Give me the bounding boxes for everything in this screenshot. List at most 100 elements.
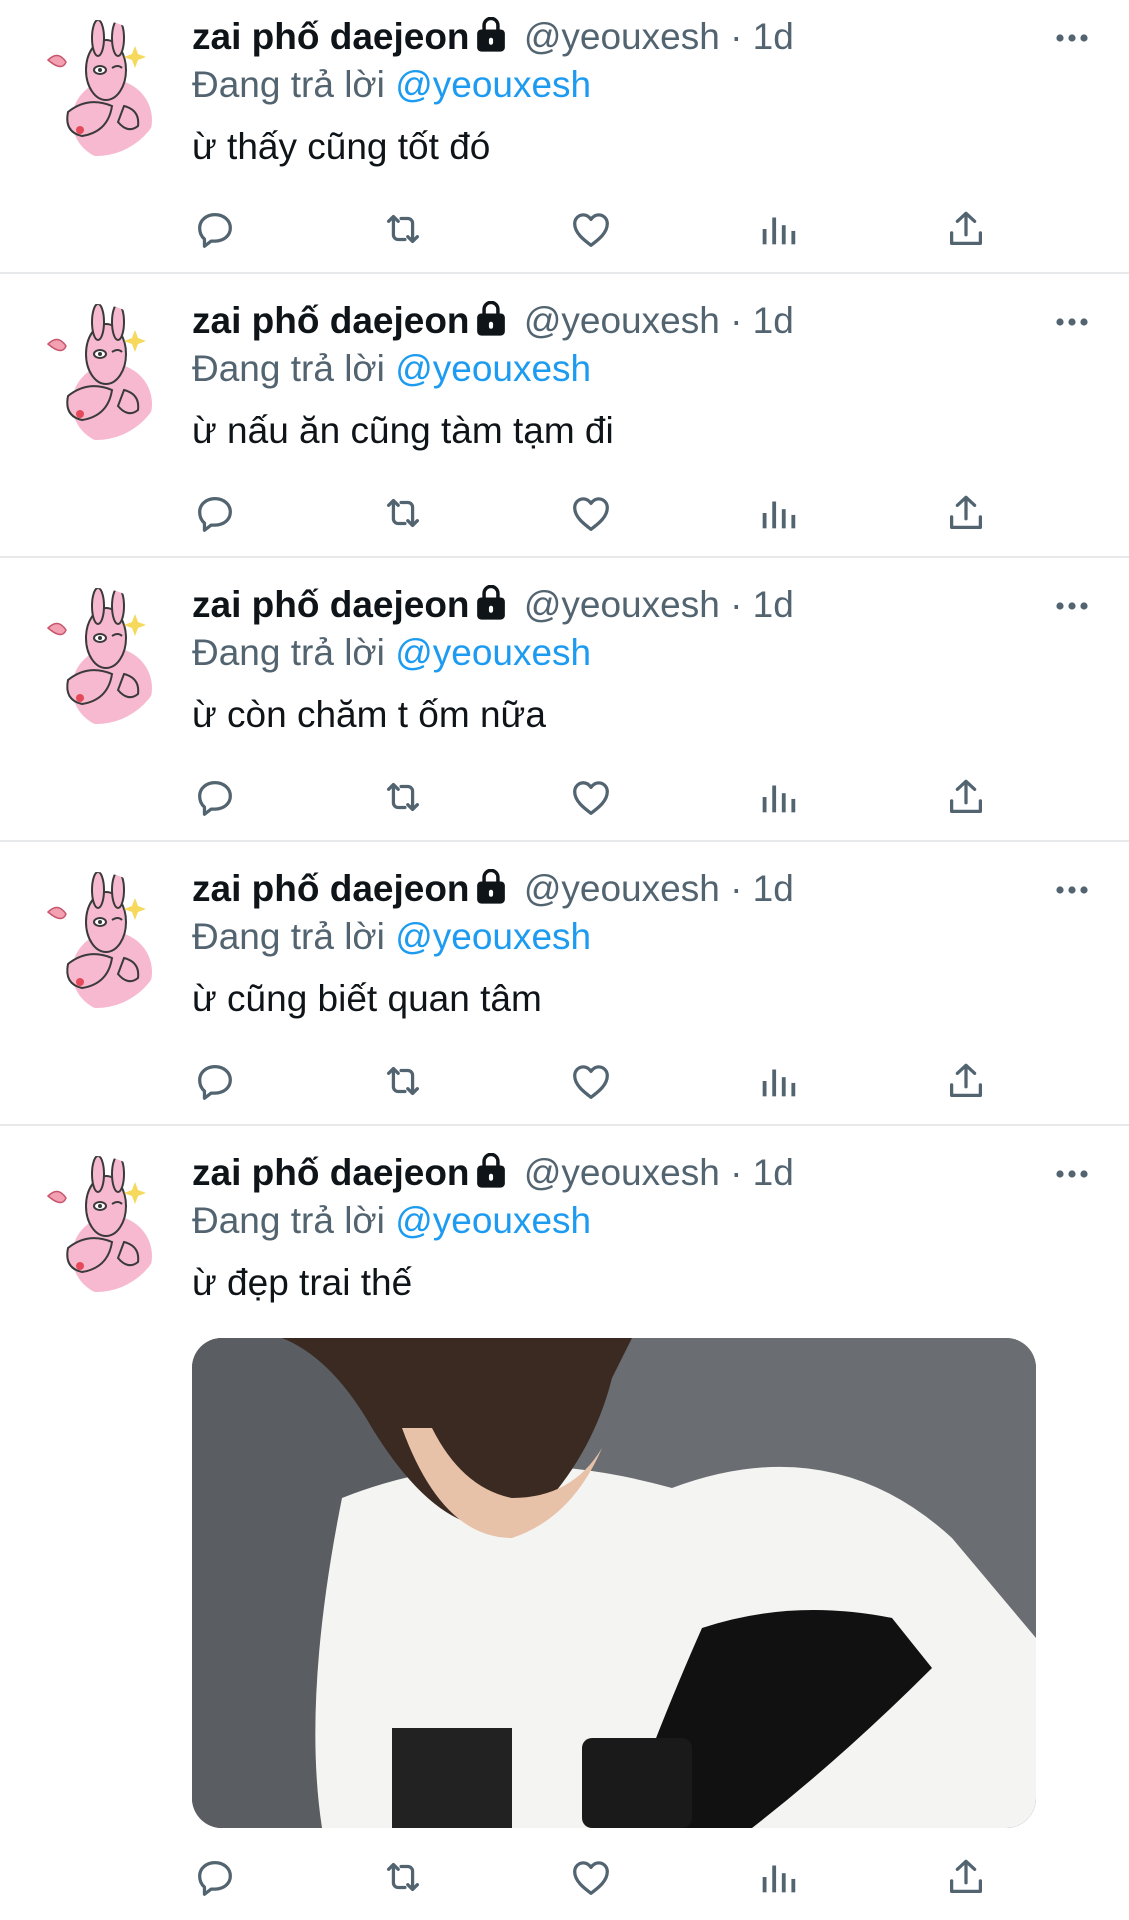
- display-name[interactable]: zai phố daejeon: [192, 16, 470, 57]
- display-name[interactable]: zai phố daejeon: [192, 1152, 470, 1193]
- like-icon[interactable]: [568, 774, 614, 820]
- reply-prefix: Đang trả lời: [192, 916, 385, 957]
- tweet-actions: [0, 206, 1129, 256]
- tweet[interactable]: zai phố daejeon @yeouxesh · 1d Đang trả …: [0, 0, 1129, 272]
- avatar[interactable]: [28, 1156, 164, 1292]
- reply-mention-link[interactable]: @yeouxesh: [395, 348, 591, 389]
- reply-icon[interactable]: [192, 1854, 238, 1900]
- reply-icon[interactable]: [192, 206, 238, 252]
- timestamp[interactable]: 1d: [753, 16, 794, 57]
- reply-prefix: Đang trả lời: [192, 632, 385, 673]
- analytics-icon[interactable]: [755, 206, 801, 252]
- more-options-icon[interactable]: [1052, 312, 1092, 332]
- retweet-icon[interactable]: [380, 774, 426, 820]
- more-options-icon[interactable]: [1052, 28, 1092, 48]
- pink-bunny-avatar-icon: [46, 1156, 152, 1292]
- timestamp[interactable]: 1d: [753, 300, 794, 341]
- avatar[interactable]: [28, 872, 164, 1008]
- lock-icon: [474, 868, 508, 905]
- tweet-divider: [0, 556, 1129, 558]
- avatar[interactable]: [28, 588, 164, 724]
- share-icon[interactable]: [943, 1058, 989, 1104]
- reply-mention-link[interactable]: @yeouxesh: [395, 1200, 591, 1241]
- avatar[interactable]: [28, 20, 164, 156]
- retweet-icon[interactable]: [380, 206, 426, 252]
- share-icon[interactable]: [943, 1854, 989, 1900]
- like-icon[interactable]: [568, 1854, 614, 1900]
- reply-mention-link[interactable]: @yeouxesh: [395, 632, 591, 673]
- pink-bunny-avatar-icon: [46, 872, 152, 1008]
- separator-dot: ·: [730, 1152, 743, 1193]
- avatar[interactable]: [28, 304, 164, 440]
- more-options-icon[interactable]: [1052, 596, 1092, 616]
- tweet[interactable]: zai phố daejeon @yeouxesh · 1d Đang trả …: [0, 568, 1129, 840]
- like-icon[interactable]: [568, 490, 614, 536]
- retweet-icon[interactable]: [380, 1058, 426, 1104]
- reply-icon[interactable]: [192, 774, 238, 820]
- photo-person-white-tshirt: [192, 1338, 1036, 1828]
- share-icon[interactable]: [943, 490, 989, 536]
- tweet-actions: [0, 1058, 1129, 1108]
- more-options-icon[interactable]: [1052, 1164, 1092, 1184]
- timestamp[interactable]: 1d: [753, 584, 794, 625]
- share-icon[interactable]: [943, 774, 989, 820]
- separator-dot: ·: [730, 300, 743, 341]
- reply-prefix: Đang trả lời: [192, 1200, 385, 1241]
- reply-mention-link[interactable]: @yeouxesh: [395, 916, 591, 957]
- pink-bunny-avatar-icon: [46, 304, 152, 440]
- tweet-divider: [0, 1124, 1129, 1126]
- tweet-divider: [0, 840, 1129, 842]
- retweet-icon[interactable]: [380, 490, 426, 536]
- pink-bunny-avatar-icon: [46, 20, 152, 156]
- username-handle[interactable]: @yeouxesh: [524, 868, 720, 909]
- reply-context: Đang trả lời @yeouxesh: [192, 346, 591, 392]
- tweet-text: ừ còn chăm t ốm nữa: [192, 694, 546, 735]
- tweet-header: zai phố daejeon @yeouxesh · 1d: [192, 1150, 794, 1196]
- lock-icon: [474, 584, 508, 621]
- tweet[interactable]: zai phố daejeon @yeouxesh · 1d Đang trả …: [0, 1136, 1129, 1920]
- retweet-icon[interactable]: [380, 1854, 426, 1900]
- lock-icon: [474, 300, 508, 337]
- reply-context: Đang trả lời @yeouxesh: [192, 1198, 591, 1244]
- tweet[interactable]: zai phố daejeon @yeouxesh · 1d Đang trả …: [0, 284, 1129, 556]
- tweet-actions: [0, 1854, 1129, 1904]
- tweet-text: ừ nấu ăn cũng tàm tạm đi: [192, 410, 614, 451]
- reply-context: Đang trả lời @yeouxesh: [192, 914, 591, 960]
- reply-context: Đang trả lời @yeouxesh: [192, 630, 591, 676]
- username-handle[interactable]: @yeouxesh: [524, 1152, 720, 1193]
- tweet-header: zai phố daejeon @yeouxesh · 1d: [192, 14, 794, 60]
- tweet-text: ừ đẹp trai thế: [192, 1262, 413, 1303]
- more-options-icon[interactable]: [1052, 880, 1092, 900]
- analytics-icon[interactable]: [755, 1854, 801, 1900]
- reply-icon[interactable]: [192, 490, 238, 536]
- username-handle[interactable]: @yeouxesh: [524, 16, 720, 57]
- reply-icon[interactable]: [192, 1058, 238, 1104]
- tweet-header: zai phố daejeon @yeouxesh · 1d: [192, 866, 794, 912]
- reply-prefix: Đang trả lời: [192, 348, 385, 389]
- analytics-icon[interactable]: [755, 774, 801, 820]
- reply-context: Đang trả lời @yeouxesh: [192, 62, 591, 108]
- username-handle[interactable]: @yeouxesh: [524, 300, 720, 341]
- display-name[interactable]: zai phố daejeon: [192, 868, 470, 909]
- tweet-actions: [0, 774, 1129, 824]
- display-name[interactable]: zai phố daejeon: [192, 584, 470, 625]
- lock-icon: [474, 16, 508, 53]
- timestamp[interactable]: 1d: [753, 868, 794, 909]
- tweet-actions: [0, 490, 1129, 540]
- like-icon[interactable]: [568, 206, 614, 252]
- lock-icon: [474, 1152, 508, 1189]
- separator-dot: ·: [730, 16, 743, 57]
- like-icon[interactable]: [568, 1058, 614, 1104]
- analytics-icon[interactable]: [755, 1058, 801, 1104]
- username-handle[interactable]: @yeouxesh: [524, 584, 720, 625]
- analytics-icon[interactable]: [755, 490, 801, 536]
- tweet-media-image[interactable]: [192, 1338, 1036, 1828]
- pink-bunny-avatar-icon: [46, 588, 152, 724]
- display-name[interactable]: zai phố daejeon: [192, 300, 470, 341]
- share-icon[interactable]: [943, 206, 989, 252]
- tweet[interactable]: zai phố daejeon @yeouxesh · 1d Đang trả …: [0, 852, 1129, 1124]
- timestamp[interactable]: 1d: [753, 1152, 794, 1193]
- reply-mention-link[interactable]: @yeouxesh: [395, 64, 591, 105]
- reply-prefix: Đang trả lời: [192, 64, 385, 105]
- tweet-text: ừ cũng biết quan tâm: [192, 978, 542, 1019]
